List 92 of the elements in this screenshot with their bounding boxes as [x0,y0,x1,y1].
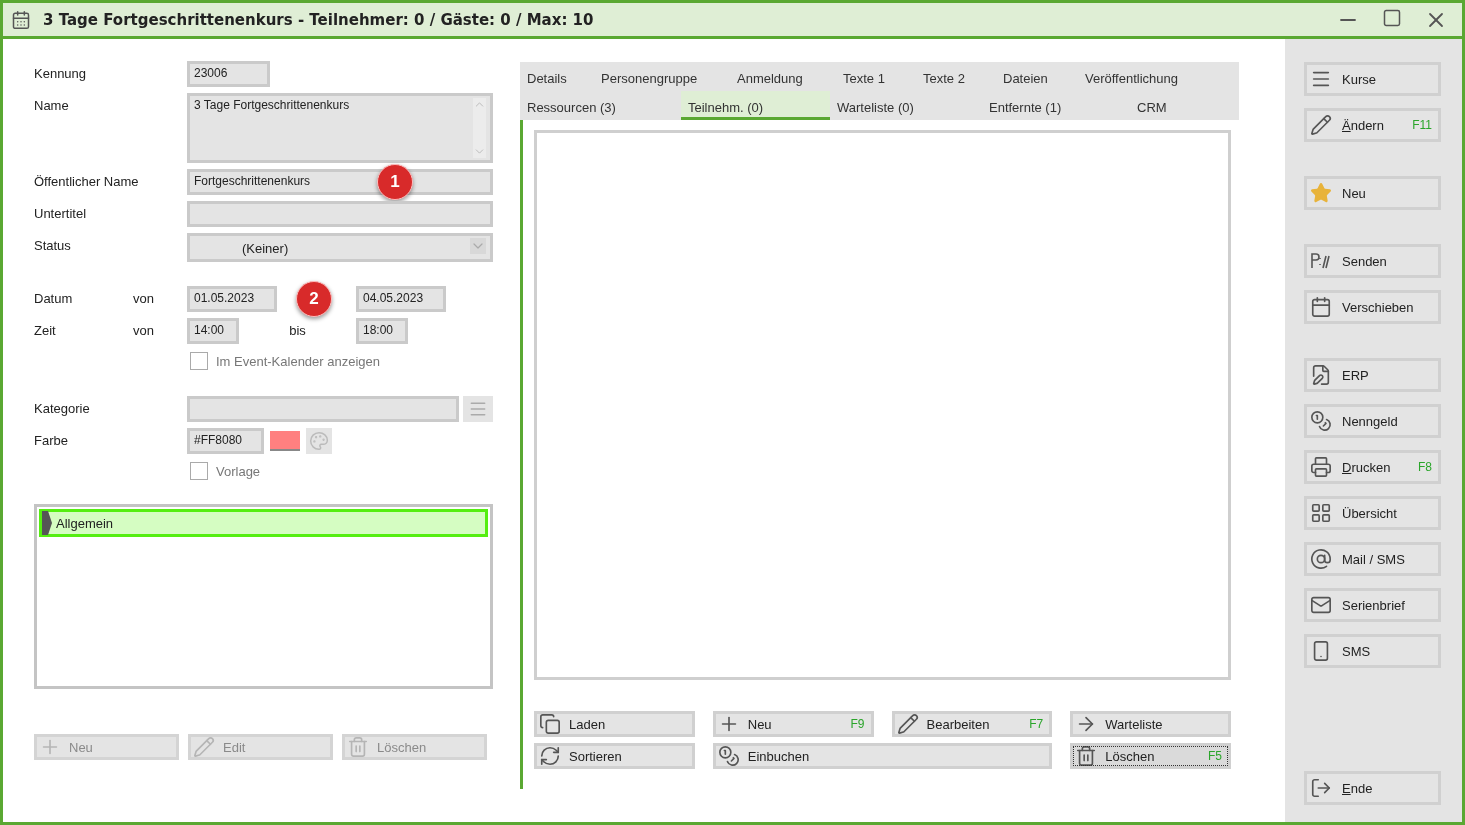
menu-icon [468,399,488,419]
pencil-icon [896,713,919,735]
field-label: Name [34,97,70,113]
star-icon [1310,182,1332,204]
action-button[interactable]: Einbuchen [712,743,1053,769]
field-label: Zeit [34,322,57,338]
shortcut-label: F9 [850,717,865,731]
sidebar-button[interactable]: Senden [1304,244,1441,278]
sidebar-button[interactable]: Ändern F11 [1304,108,1441,142]
field-label: Kennung [34,65,88,81]
trash-icon [347,736,369,758]
tab[interactable]: Anmeldung [730,62,836,91]
sidebar-button[interactable]: ERP [1304,358,1441,392]
tab[interactable]: Ressourcen (3) [520,91,681,120]
pencil-icon [1310,114,1332,136]
tab[interactable]: Details [520,62,594,91]
sidebar-button[interactable]: SMS [1304,634,1441,668]
sidebar-button[interactable]: Kurse [1304,62,1441,96]
sidebar-button[interactable]: Nenngeld [1304,404,1441,438]
field-label: Datum [34,290,74,306]
field-label: Öffentlicher Name [34,173,140,189]
triangle-icon [42,511,52,535]
sidebar-button[interactable]: Verschieben [1304,290,1441,324]
palette-button[interactable] [306,428,332,454]
input-field[interactable] [187,396,459,422]
action-button[interactable]: Neu F9 [712,711,874,737]
maximize-icon[interactable] [1382,7,1402,28]
shortcut-label: F5 [1208,749,1222,763]
action-button[interactable]: Bearbeiten F7 [891,711,1053,737]
tab[interactable]: Entfernte (1) [982,91,1130,120]
tab[interactable]: Warteliste (0) [830,91,982,120]
list-button[interactable] [463,396,493,422]
sidebar-button[interactable]: Drucken F8 [1304,450,1441,484]
field-label: Status [34,237,72,253]
input-field[interactable]: 23006 [187,61,270,87]
tab[interactable]: Teilnehm. (0) [681,91,830,120]
coins-icon [1310,410,1332,432]
checkbox[interactable] [190,352,208,370]
sidebar-button[interactable]: Serienbrief [1304,588,1441,622]
tab[interactable]: Texte 2 [916,62,996,91]
calendar-icon [11,9,31,30]
at-sign-icon [1310,548,1332,570]
shortcut-label: F8 [1418,460,1432,474]
checkbox[interactable] [190,462,208,480]
action-button[interactable]: Laden [534,711,695,737]
printer-icon [1310,456,1332,478]
input-field[interactable] [187,201,493,227]
input-field[interactable]: 14:00 [187,318,239,344]
exit-icon [1310,777,1332,799]
tab[interactable]: Veröffentlichung [1078,62,1239,91]
envelope-icon [1310,594,1332,616]
sidebar-button[interactable]: Neu [1304,176,1441,210]
grid-icon [1310,502,1332,524]
calendar-icon [1310,296,1332,318]
field-label: von [133,322,155,338]
field-label: Kategorie [34,400,91,416]
field-label: bis [289,323,306,338]
action-button[interactable]: Sortieren [534,743,695,769]
document-edit-icon [1310,364,1332,386]
action-button[interactable]: Warteliste [1070,711,1231,737]
pencil-icon [193,736,215,758]
annotation-badge: 2 [296,281,332,317]
input-field[interactable]: #FF8080 [187,428,264,454]
copy-icon [539,713,561,735]
input-field[interactable]: 01.05.2023 [187,286,277,312]
tab[interactable]: Personengruppe [594,62,730,91]
shortcut-label: F7 [1029,717,1044,731]
input-field[interactable]: 18:00 [356,318,408,344]
shortcut-label: F11 [1412,118,1432,132]
annotation-badge: 1 [377,164,413,200]
sidebar-button[interactable]: Mail / SMS [1304,542,1441,576]
list-item[interactable]: Allgemein [39,509,488,537]
input-field[interactable]: 04.05.2023 [356,286,446,312]
sidebar-button[interactable]: Übersicht [1304,496,1441,530]
window-title: 3 Tage Fortgeschrittenenkurs - Teilnehmer: 0 / Gäste: 0 / Max: 10 [43,10,595,29]
field-label: Untertitel [34,205,88,221]
text-area[interactable]: 3 Tage Fortgeschrittenenkurs [187,93,493,163]
palette-icon [309,431,329,451]
action-button[interactable]: Löschen F5 [1070,743,1231,769]
tab[interactable]: Dateien [996,62,1078,91]
field-label: Farbe [34,432,69,448]
paragraph-sign-icon [1310,251,1332,271]
coins-icon [717,745,740,767]
tab[interactable]: Texte 1 [836,62,916,91]
checkbox-label: Im Event-Kalender anzeigen [216,353,381,369]
sidebar-button[interactable]: Ende [1304,771,1441,805]
field-label: von [133,290,155,306]
tab[interactable]: CRM [1130,91,1239,120]
trash-icon [1075,745,1098,767]
refresh-icon [539,745,561,767]
dropdown[interactable]: (Keiner) [187,233,493,262]
checkbox-label: Vorlage [216,463,261,479]
